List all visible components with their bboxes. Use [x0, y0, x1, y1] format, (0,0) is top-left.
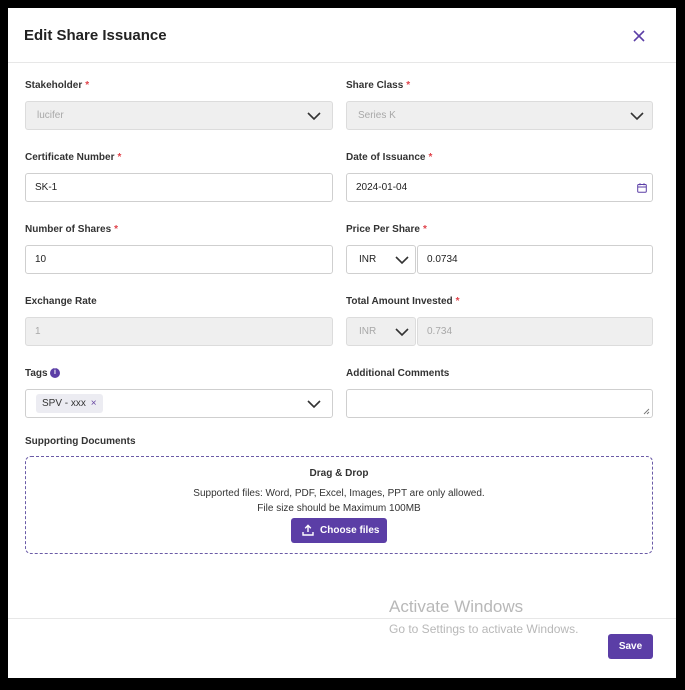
save-button[interactable]: Save — [608, 634, 653, 659]
resize-handle-icon[interactable] — [643, 408, 650, 415]
exchange-rate-label: Exchange Rate — [25, 296, 97, 307]
price-per-share-input[interactable]: 0.0734 — [417, 245, 653, 274]
additional-comments-label: Additional Comments — [346, 368, 450, 379]
chevron-down-icon — [307, 400, 321, 409]
price-currency-select[interactable]: INR — [346, 245, 416, 274]
stakeholder-select[interactable]: lucifer — [25, 101, 333, 130]
dialog-header: Edit Share Issuance — [8, 8, 676, 63]
share-class-value: Series K — [358, 110, 396, 121]
price-per-share-label: Price Per Share * — [346, 224, 427, 235]
number-of-shares-label: Number of Shares * — [25, 224, 119, 235]
supported-files-text: Supported files: Word, PDF, Excel, Image… — [193, 488, 485, 499]
file-dropzone[interactable]: Drag & Drop Supported files: Word, PDF, … — [25, 456, 653, 554]
tags-select[interactable]: SPV - xxx × — [25, 389, 333, 418]
file-size-text: File size should be Maximum 100MB — [257, 503, 421, 514]
additional-comments-textarea[interactable] — [346, 389, 653, 418]
activate-windows-subtitle: Go to Settings to activate Windows. — [389, 622, 579, 636]
number-of-shares-input[interactable]: 10 — [25, 245, 333, 274]
price-per-share-value: 0.0734 — [427, 254, 458, 265]
date-of-issuance-label: Date of Issuance * — [346, 152, 433, 163]
certificate-number-input[interactable]: SK-1 — [25, 173, 333, 202]
share-class-select[interactable]: Series K — [346, 101, 653, 130]
date-of-issuance-input[interactable]: 2024-01-04 — [346, 173, 653, 202]
choose-files-label: Choose files — [320, 525, 380, 536]
tag-chip-label: SPV - xxx — [42, 398, 86, 409]
chevron-down-icon — [307, 112, 321, 121]
certificate-number-label: Certificate Number * — [25, 152, 122, 163]
close-icon[interactable] — [631, 28, 647, 44]
dropzone-title: Drag & Drop — [309, 468, 369, 479]
total-amount-invested-label: Total Amount Invested * — [346, 296, 460, 307]
tag-remove-icon[interactable]: × — [91, 398, 97, 409]
stakeholder-label: Stakeholder * — [25, 80, 90, 91]
stakeholder-value: lucifer — [37, 110, 64, 121]
share-class-label: Share Class * — [346, 80, 411, 91]
chevron-down-icon — [395, 328, 409, 337]
choose-files-button[interactable]: Choose files — [291, 518, 387, 543]
total-currency-select[interactable]: INR — [346, 317, 416, 346]
edit-share-issuance-dialog: Edit Share Issuance Stakeholder * lucifer… — [8, 8, 676, 678]
supporting-documents-label: Supporting Documents — [25, 436, 136, 447]
total-amount-invested-input[interactable]: 0.734 — [417, 317, 653, 346]
tags-label: Tags — [25, 368, 48, 379]
chevron-down-icon — [630, 112, 644, 121]
tag-chip: SPV - xxx × — [36, 394, 103, 413]
chevron-down-icon — [395, 256, 409, 265]
exchange-rate-input[interactable]: 1 — [25, 317, 333, 346]
total-currency-value: INR — [359, 326, 377, 337]
certificate-number-value: SK-1 — [35, 182, 58, 193]
footer-divider — [8, 618, 676, 619]
number-of-shares-value: 10 — [35, 254, 47, 265]
calendar-icon[interactable] — [637, 183, 647, 193]
price-currency-value: INR — [359, 254, 377, 265]
total-amount-invested-value: 0.734 — [427, 326, 453, 337]
date-of-issuance-value: 2024-01-04 — [356, 182, 408, 193]
dialog-title: Edit Share Issuance — [24, 27, 167, 44]
activate-windows-title: Activate Windows — [389, 597, 524, 616]
info-icon[interactable]: i — [50, 368, 60, 378]
exchange-rate-value: 1 — [35, 326, 41, 337]
upload-icon — [302, 524, 314, 536]
